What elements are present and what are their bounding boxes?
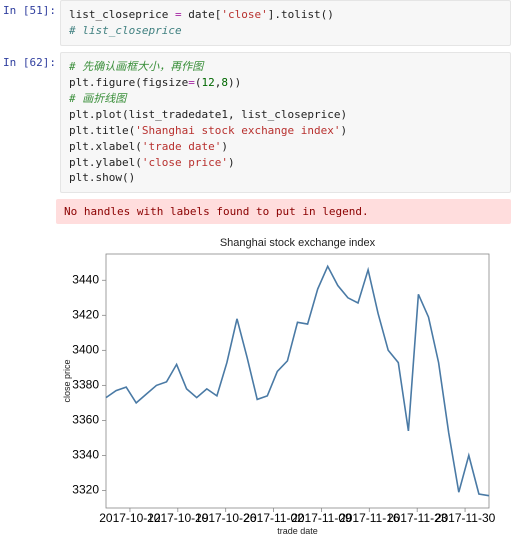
code-token: plt.xlabel( [69,140,142,153]
code-token: 'close' [221,8,267,21]
y-tick-label: 3420 [72,308,99,322]
stderr-output: No handles with labels found to put in l… [56,199,511,224]
code-token: plt.plot(list_tradedate1, list_closepric… [69,108,347,121]
code-token: 'close price' [142,156,228,169]
chart-title: Shanghai stock exchange index [220,237,376,249]
code-input-62[interactable]: # 先确认画框大小，再作图plt.figure(figsize=(12,8))#… [60,52,511,194]
code-token: plt.title( [69,124,135,137]
code-token: ) [221,140,228,153]
y-tick-label: 3400 [72,343,99,357]
chart-container: Shanghai stock exchange index 3320 3340 336… [56,228,511,538]
code-token: date[ [182,8,222,21]
line-chart: Shanghai stock exchange index 3320 3340 336… [56,232,501,538]
code-token: 'Shanghai stock exchange index' [135,124,340,137]
x-axis-label: trade date [277,526,318,536]
x-tick-label: 2017-11-30 [435,511,496,525]
prompt-51: In [51]: [0,0,60,46]
y-axis-label: close price [62,360,72,403]
y-tick-label: 3360 [72,413,99,427]
code-token: 8 [221,76,228,89]
code-token: )) [228,76,241,89]
code-comment: # 先确认画框大小，再作图 [69,60,203,73]
code-token: = [175,8,182,21]
y-tick-label: 3320 [72,483,99,497]
code-token: list_closeprice [69,8,175,21]
prompt-62: ⏵ In [62]: [0,52,60,194]
code-input-51[interactable]: list_closeprice = date['close'].tolist()… [60,0,511,46]
code-token: plt.ylabel( [69,156,142,169]
code-cell-51: In [51]: list_closeprice = date['close']… [0,0,511,46]
code-token: 12 [201,76,214,89]
y-tick-label: 3340 [72,448,99,462]
chart-output-row: Shanghai stock exchange index 3320 3340 336… [0,228,511,538]
stderr-row: No handles with labels found to put in l… [0,199,511,224]
line-series [106,267,489,496]
code-token: ) [228,156,235,169]
code-token: = [188,76,195,89]
code-cell-62: ⏵ In [62]: # 先确认画框大小，再作图 plt.figure(figsi… [0,52,511,194]
y-tick-label: 3440 [72,273,99,287]
code-token: ].tolist() [268,8,334,21]
code-token: 'trade date' [142,140,221,153]
code-token: plt.figure(figsize [69,76,188,89]
y-tick-label: 3380 [72,378,99,392]
code-comment: # 画折线图 [69,92,126,105]
code-token: ) [341,124,348,137]
code-comment: # list_closeprice [69,24,182,37]
prompt-text: In [62]: [3,56,56,69]
code-token: plt.show() [69,171,135,184]
